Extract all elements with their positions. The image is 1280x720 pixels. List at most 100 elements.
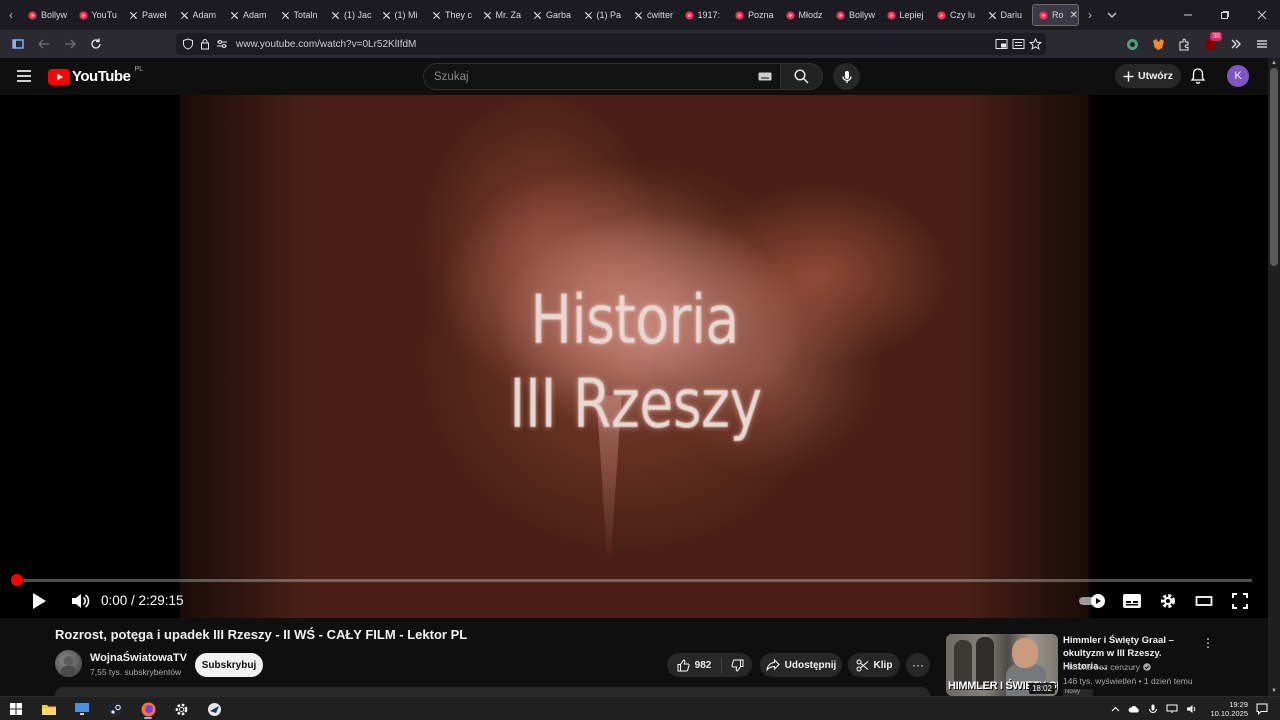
browser-tab[interactable]: Garba — [527, 4, 578, 26]
scroll-down-arrow-icon[interactable]: ▼ — [1271, 688, 1277, 694]
browser-tab[interactable]: (1) Pa — [578, 4, 629, 26]
steam-icon[interactable] — [103, 699, 127, 719]
tray-chevron-up-icon[interactable] — [1111, 706, 1120, 712]
headset-microphone-icon[interactable] — [1148, 704, 1158, 715]
forward-arrow-icon[interactable] — [58, 32, 82, 56]
browser-tab[interactable]: Adam — [174, 4, 225, 26]
scroll-up-arrow-icon[interactable]: ▲ — [1271, 60, 1277, 66]
browser-tab[interactable]: They c — [426, 4, 477, 26]
close-window-button[interactable] — [1243, 0, 1280, 30]
browser-tab[interactable]: Bollyw — [830, 4, 881, 26]
notification-center-icon[interactable] — [1256, 703, 1268, 715]
hamburger-menu-icon[interactable] — [1252, 34, 1272, 54]
channel-name[interactable]: WojnaŚwiatowaTV — [90, 652, 187, 664]
volume-icon[interactable] — [70, 591, 90, 611]
create-button[interactable]: Utwórz — [1115, 64, 1181, 88]
minimize-button[interactable] — [1169, 0, 1206, 30]
search-input[interactable]: Szukaj — [423, 63, 781, 90]
tabs-scroll-right-button[interactable]: › — [1079, 0, 1101, 30]
keyboard-icon[interactable] — [758, 72, 772, 81]
fox-extension-icon[interactable] — [1148, 34, 1168, 54]
theater-mode-icon[interactable] — [1192, 589, 1216, 613]
onedrive-cloud-icon[interactable] — [1128, 705, 1140, 713]
subscribe-button[interactable]: Subskrybuj — [195, 653, 263, 677]
tabs-scroll-left-button[interactable]: ‹ — [0, 0, 22, 30]
browser-tab[interactable]: Pozna — [729, 4, 780, 26]
browser-nav-bar: www.youtube.com/watch?v=0Lr52KlIfdM 38 — [0, 30, 1280, 58]
browser-tab[interactable]: Mr. Za — [477, 4, 528, 26]
browser-tab[interactable]: Paweł — [123, 4, 174, 26]
guide-menu-icon[interactable] — [16, 68, 32, 84]
address-bar[interactable]: www.youtube.com/watch?v=0Lr52KlIfdM — [176, 33, 1046, 55]
ms-flight-app-icon[interactable] — [202, 699, 226, 719]
browser-tab[interactable]: ćwitter — [628, 4, 679, 26]
subtitles-icon[interactable] — [1120, 589, 1144, 613]
back-arrow-icon[interactable] — [32, 32, 56, 56]
extensions-puzzle-icon[interactable] — [1174, 34, 1194, 54]
settings-gear-icon[interactable] — [1156, 589, 1180, 613]
description-box[interactable] — [55, 687, 930, 696]
firefox-icon[interactable] — [136, 699, 160, 719]
account-avatar[interactable]: K — [1227, 65, 1249, 87]
channel-avatar[interactable] — [55, 650, 82, 677]
recommendation-thumbnail[interactable]: HIMMLER I ŚWIĘTY GRAAL 18:02 — [946, 634, 1058, 696]
overflow-menu-icon[interactable] — [1226, 34, 1246, 54]
monitor-app-icon[interactable] — [70, 699, 94, 719]
lock-icon[interactable] — [200, 38, 210, 50]
vpn-shield-extension-icon[interactable] — [1122, 34, 1142, 54]
browser-tab[interactable]: Czy lu — [931, 4, 982, 26]
tab-active[interactable]: Roz ✕ — [1032, 4, 1079, 26]
dislike-button[interactable] — [722, 659, 752, 672]
permissions-icon[interactable] — [216, 39, 228, 49]
player-controls: 0:00 / 2:29:15 — [0, 585, 1268, 617]
reader-view-icon[interactable] — [1012, 38, 1025, 50]
settings-gear-taskbar-icon[interactable] — [169, 699, 193, 719]
url-text[interactable]: www.youtube.com/watch?v=0Lr52KlIfdM — [236, 39, 416, 50]
voice-search-button[interactable] — [833, 63, 860, 90]
play-button[interactable] — [30, 591, 48, 611]
browser-tab[interactable]: Dariu — [982, 4, 1033, 26]
recommendation-menu-icon[interactable]: ⋮ — [1202, 636, 1214, 650]
network-icon[interactable] — [1166, 704, 1178, 714]
progress-bar[interactable] — [11, 574, 1252, 586]
bookmark-star-icon[interactable] — [1029, 38, 1042, 50]
reload-icon[interactable] — [84, 32, 108, 56]
windows-start-icon[interactable] — [4, 699, 28, 719]
page-scrollbar[interactable]: ▲ ▼ — [1268, 58, 1280, 696]
recommendation-channel[interactable]: Historia bez cenzury — [1063, 662, 1151, 672]
speaker-volume-icon[interactable] — [1186, 704, 1198, 714]
share-button[interactable]: Udostępnij — [760, 653, 842, 677]
tab-label: Pozna — [748, 10, 774, 20]
youtube-favicon-icon — [937, 10, 946, 20]
browser-tab[interactable]: Bollyw — [22, 4, 73, 26]
browser-tab[interactable]: 1917: — [679, 4, 730, 26]
browser-tab[interactable]: Totaln — [275, 4, 326, 26]
browser-tab[interactable]: (1) Mi — [376, 4, 427, 26]
browser-tab[interactable]: (1) Jac — [325, 4, 376, 26]
video-frame[interactable]: Historia III Rzeszy — [180, 95, 1089, 618]
picture-in-picture-icon[interactable] — [995, 38, 1008, 50]
clip-button[interactable]: Klip — [848, 653, 900, 677]
like-button[interactable]: 982 — [667, 657, 722, 673]
notifications-bell-icon[interactable] — [1190, 67, 1206, 85]
video-player[interactable]: Historia III Rzeszy 0:00 / 2:29:15 — [0, 95, 1268, 618]
file-explorer-icon[interactable] — [37, 699, 61, 719]
more-actions-icon[interactable]: ··· — [906, 653, 930, 677]
fullscreen-icon[interactable] — [1228, 589, 1252, 613]
taskbar-clock[interactable]: 19:29 10.10.2025 — [1210, 700, 1248, 718]
browser-tab[interactable]: YouTu — [73, 4, 124, 26]
tab-list-dropdown-icon[interactable] — [1101, 0, 1123, 30]
browser-tab[interactable]: Lepiej — [881, 4, 932, 26]
browser-tab[interactable]: Adam — [224, 4, 275, 26]
browser-tab[interactable]: Młodz — [780, 4, 831, 26]
scrollbar-thumb[interactable] — [1270, 68, 1278, 266]
ublock-extension-icon[interactable]: 38 — [1200, 32, 1222, 54]
sidebar-toggle-icon[interactable] — [6, 32, 30, 56]
search-button[interactable] — [781, 63, 823, 90]
autoplay-toggle[interactable] — [1078, 589, 1108, 613]
tracking-shield-icon[interactable] — [182, 38, 194, 50]
youtube-header: YouTube PL Szukaj Utwórz K — [0, 58, 1268, 95]
restore-button[interactable] — [1206, 0, 1243, 30]
youtube-logo[interactable]: YouTube PL — [48, 66, 143, 85]
tab-close-icon[interactable]: ✕ — [1070, 10, 1078, 21]
